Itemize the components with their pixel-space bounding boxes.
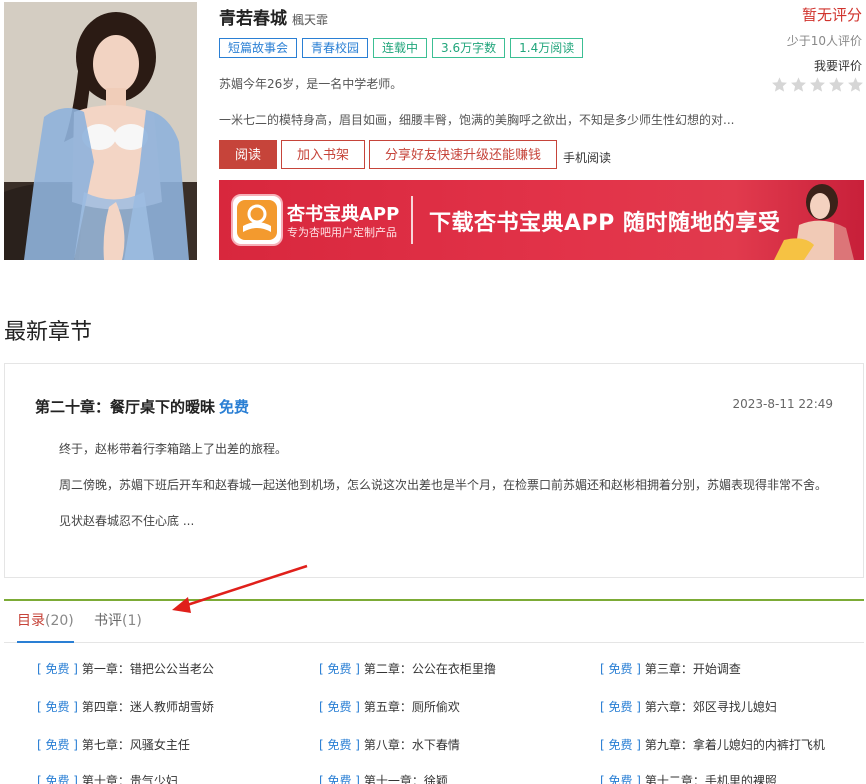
tab-reviews[interactable]: 书评(1)	[94, 601, 142, 643]
latest-chapter-title-text[interactable]: 第二十章：餐厅桌下的暧昧	[35, 398, 215, 416]
chapter-title[interactable]: 第四章：迷人教师胡雪娇	[82, 700, 214, 714]
star-icon[interactable]	[809, 76, 826, 93]
tag-status: 连载中	[373, 38, 428, 58]
app-download-banner[interactable]: 杏书宝典APP 专为杏吧用户定制产品 下载杏书宝典APP 随时随地的享受	[219, 180, 864, 260]
free-tag: [ 免费 ]	[37, 700, 78, 714]
tab-catalog-count: (20)	[45, 613, 74, 629]
star-rating	[771, 76, 864, 93]
tag-category[interactable]: 短篇故事会	[219, 38, 298, 58]
app-logo-icon	[231, 194, 283, 246]
latest-paragraph: 见状赵春城忍不住心底 ...	[59, 514, 195, 528]
free-tag: [ 免费 ]	[600, 700, 641, 714]
book-cover[interactable]	[4, 2, 197, 260]
free-tag: [ 免费 ]	[600, 738, 641, 752]
chapter-item[interactable]: [ 免费 ] 第三章：开始调查	[600, 660, 741, 677]
title-row: 青若春城 楓天霏	[219, 4, 328, 29]
chapter-item[interactable]: [ 免费 ] 第六章：郊区寻找儿媳妇	[600, 698, 777, 715]
content-tabs: 目录(20) 书评(1)	[4, 599, 864, 643]
intro-line-2: 一米七二的模特身高，眉目如画，细腰丰臀，饱满的美胸呼之欲出，不知是多少师生性幻想…	[219, 113, 735, 127]
latest-chapter-date: 2023-8-11 22:49	[732, 397, 834, 411]
free-tag: [ 免费 ]	[600, 662, 641, 676]
free-tag: [ 免费 ]	[37, 662, 78, 676]
free-tag: [ 免费 ]	[37, 774, 78, 784]
rating-count: 少于10人评价	[786, 34, 862, 48]
star-icon[interactable]	[790, 76, 807, 93]
rate-me-label: 我要评价	[813, 59, 862, 73]
chapter-title[interactable]: 第一章：错把公公当老公	[82, 662, 214, 676]
free-tag: [ 免费 ]	[319, 700, 360, 714]
chapter-title[interactable]: 第七章：风骚女主任	[82, 738, 190, 752]
free-badge: 免费	[219, 398, 250, 416]
free-tag: [ 免费 ]	[319, 738, 360, 752]
chapter-title[interactable]: 第二章：公公在衣柜里撸	[364, 662, 496, 676]
chapter-item[interactable]: [ 免费 ] 第十二章：手机里的裸照	[600, 772, 777, 784]
tag-list: 短篇故事会 青春校园 连载中 3.6万字数 1.4万阅读	[219, 38, 584, 58]
chapter-item[interactable]: [ 免费 ] 第九章：拿着儿媳妇的内裤打飞机	[600, 736, 825, 753]
chapter-title[interactable]: 第九章：拿着儿媳妇的内裤打飞机	[645, 738, 825, 752]
book-title[interactable]: 青若春城	[219, 4, 287, 29]
mobile-read-link[interactable]: 手机阅读	[563, 149, 611, 166]
tab-catalog-label: 目录	[17, 613, 45, 629]
chapter-item[interactable]: [ 免费 ] 第四章：迷人教师胡雪娇	[37, 698, 214, 715]
chapter-item[interactable]: [ 免费 ] 第七章：风骚女主任	[37, 736, 190, 753]
add-to-shelf-button[interactable]: 加入书架	[281, 140, 366, 169]
chapter-title[interactable]: 第十二章：手机里的裸照	[645, 774, 777, 784]
chapter-item[interactable]: [ 免费 ] 第一章：错把公公当老公	[37, 660, 214, 677]
star-icon[interactable]	[847, 76, 864, 93]
latest-paragraph: 终于，赵彬带着行李箱踏上了出差的旅程。	[59, 442, 288, 456]
chapter-title[interactable]: 第五章：厕所偷欢	[364, 700, 460, 714]
chapter-item[interactable]: [ 免费 ] 第十章：贵气少妇	[37, 772, 178, 784]
chapter-title[interactable]: 第八章：水下春情	[364, 738, 460, 752]
chapter-item[interactable]: [ 免费 ] 第十一章：徐颖	[319, 772, 448, 784]
action-bar: 阅读 加入书架 分享好友快速升级还能赚钱 手机阅读	[219, 140, 611, 169]
chapter-title[interactable]: 第三章：开始调查	[645, 662, 741, 676]
banner-model-image	[774, 184, 864, 260]
chapter-title[interactable]: 第十一章：徐颖	[364, 774, 448, 784]
tab-reviews-count: (1)	[122, 613, 142, 629]
tag-genre[interactable]: 青春校园	[302, 38, 369, 58]
rating-score: 暂无评分	[801, 6, 862, 24]
latest-chapter-card: 第二十章：餐厅桌下的暧昧 免费 2023-8-11 22:49 终于，赵彬带着行李…	[4, 363, 864, 578]
read-button[interactable]: 阅读	[219, 140, 278, 169]
star-icon[interactable]	[828, 76, 845, 93]
banner-app-subtitle: 专为杏吧用户定制产品	[287, 226, 397, 239]
chapter-item[interactable]: [ 免费 ] 第八章：水下春情	[319, 736, 460, 753]
free-tag: [ 免费 ]	[319, 662, 360, 676]
star-icon[interactable]	[771, 76, 788, 93]
free-tag: [ 免费 ]	[600, 774, 641, 784]
tag-read-count: 1.4万阅读	[510, 38, 584, 58]
chapter-item[interactable]: [ 免费 ] 第五章：厕所偷欢	[319, 698, 460, 715]
chapter-title[interactable]: 第六章：郊区寻找儿媳妇	[645, 700, 777, 714]
latest-paragraph: 周二傍晚，苏媚下班后开车和赵春城一起送他到机场，怎么说这次出差也是半个月，在检票…	[59, 478, 828, 492]
banner-slogan: 下载杏书宝典APP 随时随地的享受	[429, 211, 781, 236]
chapter-item[interactable]: [ 免费 ] 第二章：公公在衣柜里撸	[319, 660, 496, 677]
tab-catalog[interactable]: 目录(20)	[17, 601, 74, 643]
chapter-title[interactable]: 第十章：贵气少妇	[82, 774, 178, 784]
banner-app-name: 杏书宝典APP	[287, 204, 400, 225]
banner-divider	[411, 196, 413, 244]
book-author[interactable]: 楓天霏	[292, 11, 328, 28]
tab-reviews-label: 书评	[94, 613, 122, 629]
share-button[interactable]: 分享好友快速升级还能赚钱	[369, 140, 558, 169]
tag-word-count: 3.6万字数	[432, 38, 506, 58]
free-tag: [ 免费 ]	[37, 738, 78, 752]
free-tag: [ 免费 ]	[319, 774, 360, 784]
latest-chapter-heading: 最新章节	[4, 320, 93, 345]
intro-line-1: 苏媚今年26岁，是一名中学老师。	[219, 77, 403, 91]
latest-chapter-title[interactable]: 第二十章：餐厅桌下的暧昧 免费	[35, 396, 249, 417]
cover-illustration	[4, 2, 197, 260]
